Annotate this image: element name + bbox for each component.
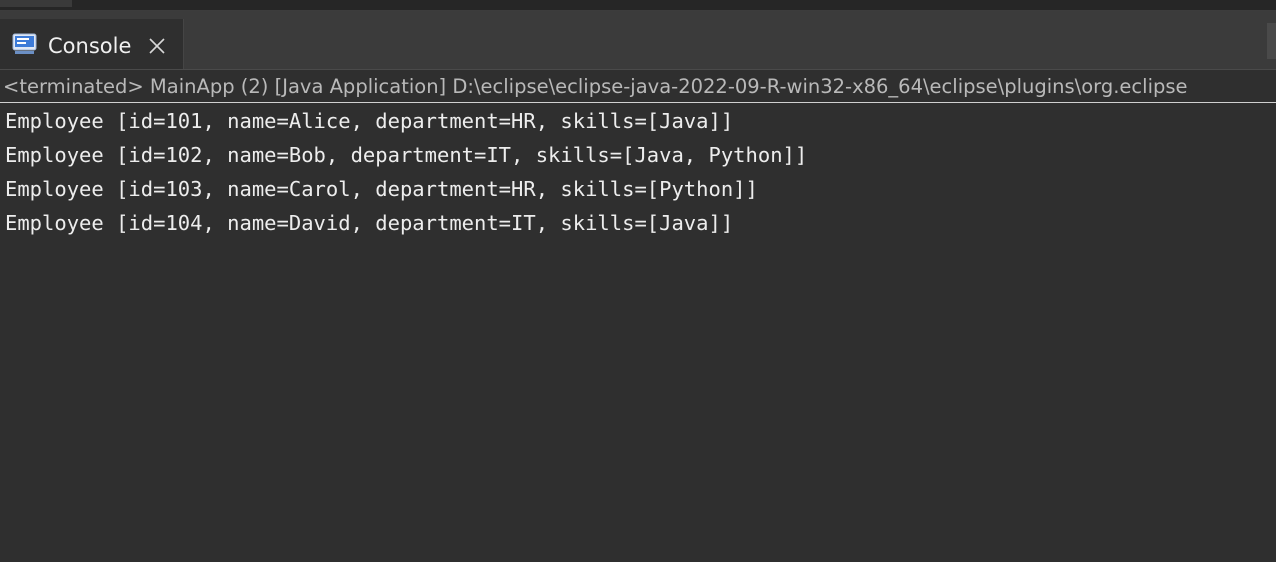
console-icon — [12, 33, 37, 54]
process-status-line: <terminated> MainApp (2) [Java Applicati… — [3, 75, 1188, 98]
console-line: Employee [id=103, name=Carol, department… — [5, 177, 758, 201]
window-top-strip — [0, 0, 1276, 11]
close-icon[interactable] — [148, 37, 166, 55]
tab-console[interactable]: Console — [0, 19, 184, 69]
status-divider — [0, 102, 1276, 103]
tab-console-label: Console — [48, 34, 132, 58]
console-line: Employee [id=101, name=Alice, department… — [5, 109, 734, 133]
console-line: Employee [id=102, name=Bob, department=I… — [5, 143, 808, 167]
tabbar-scroll-handle[interactable] — [1267, 23, 1276, 59]
console-output[interactable]: Employee [id=101, name=Alice, department… — [5, 104, 1265, 240]
top-strip-block — [0, 0, 72, 7]
console-line: Employee [id=104, name=David, department… — [5, 211, 734, 235]
view-tabbar: Console — [0, 11, 1276, 70]
